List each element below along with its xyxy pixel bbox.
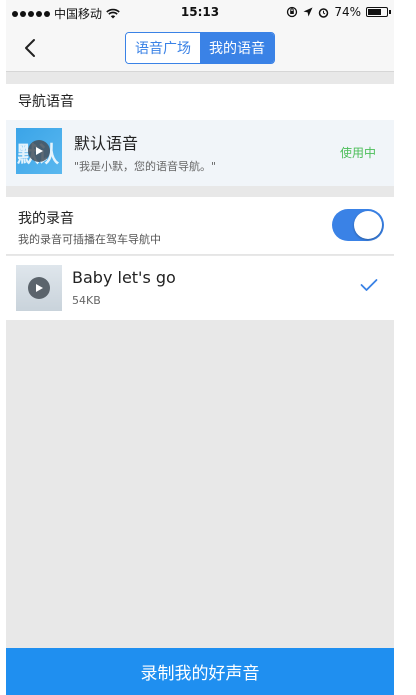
default-voice-thumbnail: 默认 xyxy=(16,128,62,174)
battery-icon xyxy=(366,7,391,17)
checkmark-icon xyxy=(360,279,378,291)
recording-size: 54KB xyxy=(72,294,101,307)
my-recordings-toggle-row: 我的录音 我的录音可插播在驾车导航中 xyxy=(6,197,394,255)
chevron-left-icon xyxy=(25,39,35,57)
screen: 中国移动 15:13 74% 语音广场 我的语音 导航语音 默认语音 "我是小默… xyxy=(6,0,394,695)
toggle-knob xyxy=(354,211,382,239)
back-button[interactable] xyxy=(16,34,44,62)
nav-bar: 语音广场 我的语音 xyxy=(6,24,394,72)
my-recordings-title: 我的录音 xyxy=(18,211,74,227)
tab-voice-square[interactable]: 语音广场 xyxy=(126,33,200,63)
my-recordings-toggle[interactable] xyxy=(332,209,384,241)
orientation-lock-icon xyxy=(287,6,298,18)
status-bar: 中国移动 15:13 74% xyxy=(6,0,394,24)
battery-fill xyxy=(368,9,381,15)
recording-row[interactable]: Baby let's go 54KB xyxy=(6,256,394,320)
battery-percent: 74% xyxy=(334,5,361,19)
default-voice-subtitle: "我是小默，您的语音导航。" xyxy=(74,160,217,173)
status-right: 74% xyxy=(286,5,391,19)
default-voice-title: 默认语音 xyxy=(74,134,139,153)
in-use-badge: 使用中 xyxy=(339,146,376,160)
recording-play-icon[interactable] xyxy=(28,277,50,299)
tab-my-voice[interactable]: 我的语音 xyxy=(200,33,274,63)
recording-thumbnail xyxy=(16,265,62,311)
location-arrow-icon xyxy=(303,7,313,17)
my-recordings-subtitle: 我的录音可插播在驾车导航中 xyxy=(18,233,161,246)
play-icon xyxy=(28,140,50,162)
alarm-icon xyxy=(319,7,329,18)
recording-name: Baby let's go xyxy=(72,268,176,287)
section-header-nav-voice: 导航语音 xyxy=(6,84,394,120)
record-voice-button[interactable]: 录制我的好声音 xyxy=(6,648,394,695)
segmented-control: 语音广场 我的语音 xyxy=(125,32,275,64)
default-voice-row[interactable]: 默认 默认语音 "我是小默，您的语音导航。" 使用中 xyxy=(6,120,394,186)
